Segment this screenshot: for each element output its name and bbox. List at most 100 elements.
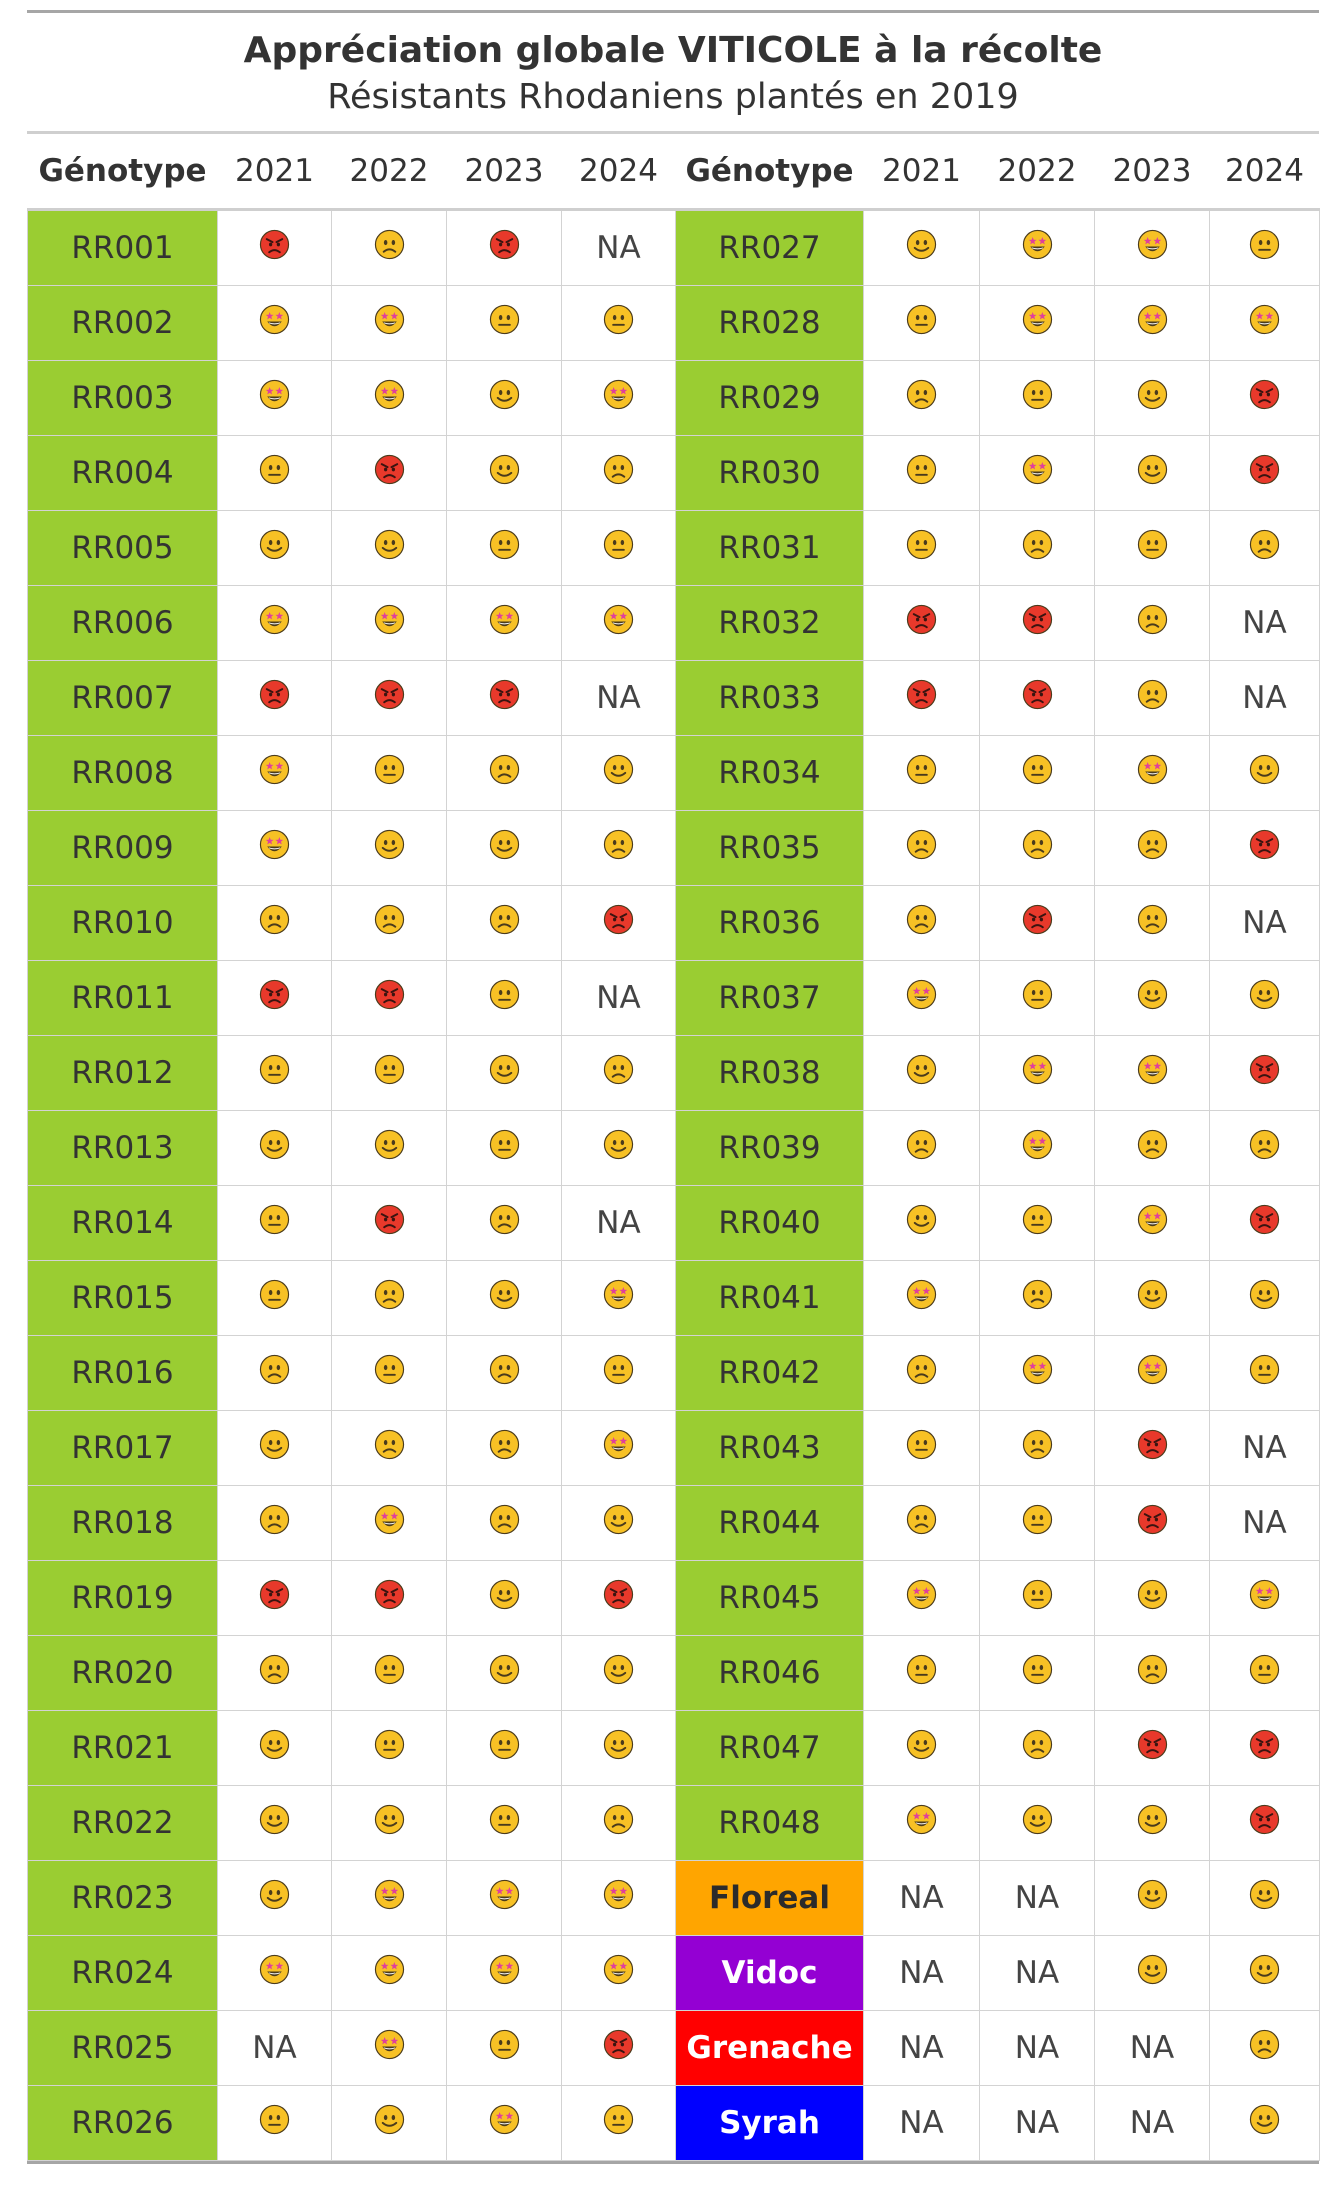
table-row: RR002 RR028	[27, 285, 1320, 361]
na-cell: NA	[561, 209, 676, 286]
rating-cell	[1094, 660, 1210, 736]
rating-cell	[1209, 360, 1320, 436]
rating-cell	[979, 510, 1095, 586]
rating-neutral-icon	[1022, 754, 1053, 793]
rating-cell	[217, 1410, 332, 1486]
rating-frown-icon	[1249, 2029, 1280, 2068]
rating-cell	[446, 2085, 562, 2161]
rating-cell	[217, 1785, 332, 1861]
rating-cell	[979, 885, 1095, 961]
rating-cell	[979, 1185, 1095, 1261]
rating-cell	[1094, 885, 1210, 961]
rating-cell	[446, 2010, 562, 2086]
rating-cell	[561, 1710, 676, 1786]
rating-smile-icon	[1249, 1879, 1280, 1918]
rating-cell	[1094, 510, 1210, 586]
rating-stars-icon	[1022, 1054, 1053, 1093]
rating-cell	[1209, 1185, 1320, 1261]
genotype-cell: RR007	[27, 660, 218, 736]
rating-cell	[331, 285, 447, 361]
table-row: RR015 RR041	[27, 1260, 1320, 1336]
rating-cell	[446, 1860, 562, 1936]
rating-cell	[446, 885, 562, 961]
genotype-cell: RR026	[27, 2085, 218, 2161]
genotype-cell: RR032	[675, 585, 864, 661]
rating-cell	[217, 1035, 332, 1111]
rating-cell	[1094, 735, 1210, 811]
rating-smile-icon	[603, 1504, 634, 1543]
genotype-cell: RR031	[675, 510, 864, 586]
rating-frown-icon	[603, 829, 634, 868]
rating-cell	[1094, 1635, 1210, 1711]
table-container: Appréciation globale VITICOLE à la récol…	[27, 10, 1320, 2164]
rating-angry-icon	[1137, 1504, 1168, 1543]
na-cell: NA	[979, 2010, 1095, 2086]
rating-cell	[979, 209, 1095, 286]
genotype-cell: Floreal	[675, 1860, 864, 1936]
rating-cell	[1209, 960, 1320, 1036]
table-row: RR005 RR031	[27, 510, 1320, 586]
rating-smile-icon	[603, 1654, 634, 1693]
rating-cell	[446, 209, 562, 286]
rating-smile-icon	[603, 1129, 634, 1168]
rating-cell	[446, 435, 562, 511]
rating-angry-icon	[1022, 604, 1053, 643]
table-row: RR004 RR030	[27, 435, 1320, 511]
rating-neutral-icon	[259, 1279, 290, 1318]
rating-cell	[217, 1335, 332, 1411]
header-2021-right: 2021	[882, 153, 961, 189]
rating-angry-icon	[1249, 379, 1280, 418]
genotype-cell: RR043	[675, 1410, 864, 1486]
rating-cell	[217, 510, 332, 586]
rating-cell	[217, 585, 332, 661]
rating-stars-icon	[489, 604, 520, 643]
rating-frown-icon	[603, 1054, 634, 1093]
rating-cell	[331, 1860, 447, 1936]
rating-angry-icon	[374, 679, 405, 718]
rating-frown-icon	[1022, 529, 1053, 568]
rating-cell	[863, 510, 980, 586]
rating-cell	[331, 2010, 447, 2086]
rating-angry-icon	[1022, 904, 1053, 943]
rating-cell	[1209, 1710, 1320, 1786]
rating-neutral-icon	[259, 454, 290, 493]
rating-angry-icon	[906, 679, 937, 718]
rating-frown-icon	[1249, 1129, 1280, 1168]
na-cell: NA	[561, 1185, 676, 1261]
rating-cell	[979, 1485, 1095, 1561]
table-row: RR012 RR038	[27, 1035, 1320, 1111]
rating-angry-icon	[374, 454, 405, 493]
na-cell: NA	[561, 960, 676, 1036]
rating-cell	[331, 1260, 447, 1336]
rating-cell	[979, 1410, 1095, 1486]
rating-cell	[331, 1185, 447, 1261]
rating-angry-icon	[1137, 1729, 1168, 1768]
rating-cell	[1209, 1110, 1320, 1186]
rating-frown-icon	[1137, 1129, 1168, 1168]
rating-neutral-icon	[603, 2104, 634, 2143]
rating-cell	[863, 960, 980, 1036]
rating-cell	[561, 1260, 676, 1336]
rating-smile-icon	[1249, 1279, 1280, 1318]
rating-neutral-icon	[1022, 1504, 1053, 1543]
rating-cell	[446, 585, 562, 661]
genotype-cell: RR018	[27, 1485, 218, 1561]
rating-cell	[561, 510, 676, 586]
rating-cell	[1094, 1860, 1210, 1936]
rating-cell	[1094, 285, 1210, 361]
genotype-cell: RR020	[27, 1635, 218, 1711]
rating-cell	[331, 1785, 447, 1861]
rating-cell	[863, 1710, 980, 1786]
rating-frown-icon	[259, 1504, 290, 1543]
rating-cell	[217, 1560, 332, 1636]
rating-cell	[331, 435, 447, 511]
rating-cell	[863, 1185, 980, 1261]
rating-cell	[979, 1110, 1095, 1186]
rating-neutral-icon	[374, 1054, 405, 1093]
rating-smile-icon	[1137, 379, 1168, 418]
genotype-cell: RR006	[27, 585, 218, 661]
rating-cell	[446, 810, 562, 886]
rating-smile-icon	[259, 1129, 290, 1168]
rating-angry-icon	[1249, 829, 1280, 868]
rating-cell	[561, 435, 676, 511]
